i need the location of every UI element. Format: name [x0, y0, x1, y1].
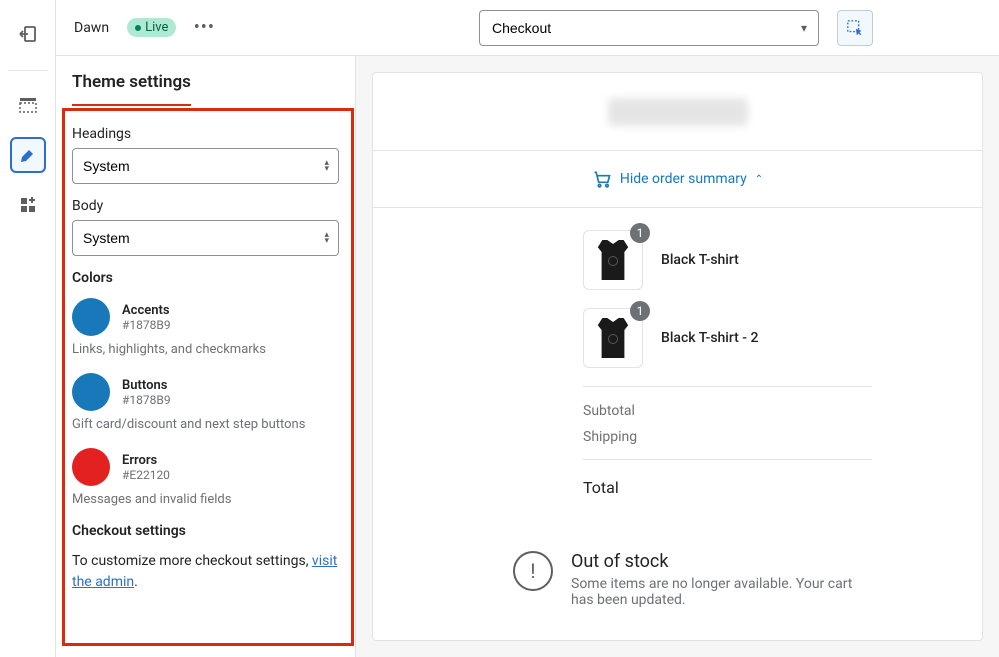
alert-message: Some items are no longer available. Your…	[571, 576, 872, 608]
inspector-button[interactable]	[837, 10, 873, 46]
total-row: Total	[583, 459, 872, 497]
headings-select[interactable]: System	[72, 148, 339, 184]
line-item: 1 Black T-shirt - 2	[583, 308, 872, 368]
headings-label: Headings	[72, 126, 339, 142]
sections-icon[interactable]	[10, 87, 46, 123]
color-errors[interactable]: Errors #E22120 Messages and invalid fiel…	[72, 448, 339, 507]
checkout-help-text: To customize more checkout settings, vis…	[72, 551, 339, 593]
theme-settings-icon[interactable]	[10, 137, 46, 173]
preview-pane: Hide order summary ⌃ 1 Black T-shirt	[356, 56, 999, 657]
topbar: Dawn Live ••• Checkout	[56, 0, 999, 56]
product-thumbnail: 1	[583, 308, 643, 368]
page-select-input[interactable]: Checkout	[479, 10, 819, 46]
qty-badge: 1	[630, 301, 650, 321]
cart-icon	[592, 169, 612, 189]
color-buttons[interactable]: Buttons #1878B9 Gift card/discount and n…	[72, 373, 339, 432]
store-logo	[608, 98, 748, 126]
page-selector[interactable]: Checkout	[479, 10, 819, 46]
warning-icon: !	[513, 551, 553, 591]
shipping-row: Shipping	[583, 429, 872, 445]
theme-name: Dawn	[74, 20, 109, 36]
item-name: Black T-shirt	[661, 252, 739, 268]
errors-swatch	[72, 448, 110, 486]
item-name: Black T-shirt - 2	[661, 330, 759, 346]
colors-heading: Colors	[72, 270, 339, 286]
qty-badge: 1	[630, 223, 650, 243]
color-accents[interactable]: Accents #1878B9 Links, highlights, and c…	[72, 298, 339, 357]
more-actions-button[interactable]: •••	[190, 14, 218, 42]
alert-title: Out of stock	[571, 551, 872, 572]
chevron-up-icon: ⌃	[755, 174, 763, 185]
accents-swatch	[72, 298, 110, 336]
exit-button[interactable]	[10, 16, 46, 52]
subtotal-row: Subtotal	[583, 403, 872, 419]
order-summary-toggle[interactable]: Hide order summary ⌃	[373, 151, 982, 208]
product-thumbnail: 1	[583, 230, 643, 290]
line-item: 1 Black T-shirt	[583, 230, 872, 290]
body-label: Body	[72, 198, 339, 214]
sidebar-title: Theme settings	[72, 56, 191, 106]
preview-header	[373, 73, 982, 151]
out-of-stock-alert: ! Out of stock Some items are no longer …	[373, 529, 982, 620]
live-badge: Live	[127, 18, 176, 37]
body-select[interactable]: System	[72, 220, 339, 256]
apps-icon[interactable]	[10, 187, 46, 223]
checkout-heading: Checkout settings	[72, 523, 339, 539]
buttons-swatch	[72, 373, 110, 411]
left-rail	[0, 0, 56, 657]
settings-sidebar: Theme settings Headings System ▴▾ Body S…	[56, 56, 356, 657]
